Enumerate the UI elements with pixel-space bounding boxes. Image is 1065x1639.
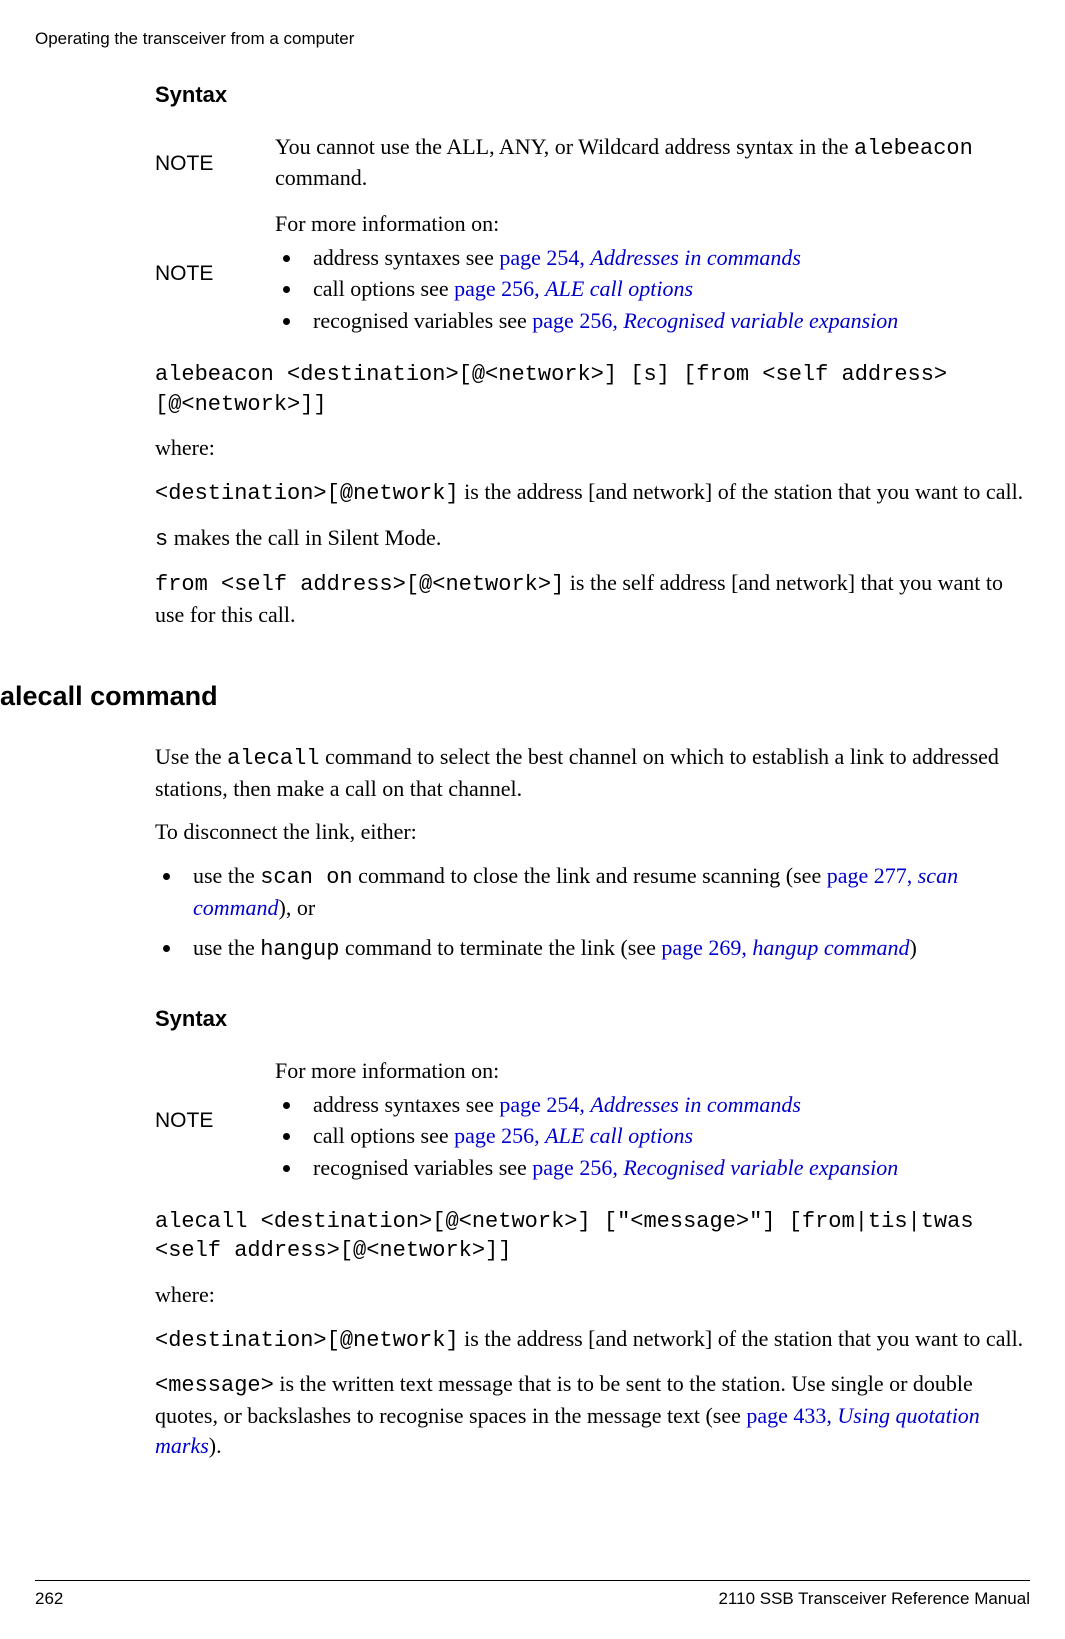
- text: ).: [209, 1433, 222, 1458]
- note-row-1: NOTE You cannot use the ALL, ANY, or Wil…: [155, 132, 1030, 197]
- note-label: NOTE: [155, 1107, 275, 1135]
- text: Use the: [155, 744, 227, 769]
- note-row-3: NOTE For more information on: address sy…: [155, 1056, 1030, 1187]
- text: recognised variables see: [313, 308, 532, 333]
- text: address syntaxes see: [313, 245, 499, 270]
- page-number: 262: [35, 1588, 63, 1611]
- inline-code: <message>: [155, 1373, 274, 1398]
- xref-link[interactable]: page 256,: [532, 308, 623, 333]
- paragraph: Use the alecall command to select the be…: [155, 742, 1030, 803]
- list-item: recognised variables see page 256, Recog…: [303, 1153, 1030, 1183]
- note-list: address syntaxes see page 254, Addresses…: [275, 1090, 1030, 1183]
- note-intro: For more information on:: [275, 1056, 1030, 1086]
- text: use the: [193, 935, 260, 960]
- param-description: <destination>[@network] is the address […: [155, 1324, 1030, 1356]
- inline-code: hangup: [260, 937, 339, 962]
- note-row-2: NOTE For more information on: address sy…: [155, 209, 1030, 340]
- xref-link[interactable]: page 256,: [532, 1155, 623, 1180]
- inline-code: <destination>[@network]: [155, 481, 459, 506]
- list-item: recognised variables see page 256, Recog…: [303, 306, 1030, 336]
- xref-link[interactable]: page 433,: [746, 1403, 837, 1428]
- text: command to terminate the link (see: [339, 935, 661, 960]
- note-text: You cannot use the ALL, ANY, or Wildcard…: [275, 134, 854, 159]
- page: Operating the transceiver from a compute…: [0, 0, 1065, 1639]
- text: address syntaxes see: [313, 1092, 499, 1117]
- section-heading-alecall: alecall command: [0, 678, 1030, 714]
- param-description: <message> is the written text message th…: [155, 1369, 1030, 1460]
- note-body: For more information on: address syntaxe…: [275, 209, 1030, 340]
- note-label: NOTE: [155, 260, 275, 288]
- footer-rule: [35, 1580, 1030, 1581]
- param-description: s makes the call in Silent Mode.: [155, 523, 1030, 555]
- list-item: address syntaxes see page 254, Addresses…: [303, 1090, 1030, 1120]
- text: use the: [193, 863, 260, 888]
- text: is the address [and network] of the stat…: [459, 479, 1024, 504]
- xref-link[interactable]: Recognised variable expansion: [623, 308, 898, 333]
- where-label: where:: [155, 1280, 1030, 1310]
- inline-code: alebeacon: [854, 136, 973, 161]
- where-label: where:: [155, 433, 1030, 463]
- note-body: You cannot use the ALL, ANY, or Wildcard…: [275, 132, 1030, 197]
- list-item: call options see page 256, ALE call opti…: [303, 274, 1030, 304]
- xref-link[interactable]: hangup command: [752, 935, 909, 960]
- xref-link[interactable]: page 256,: [454, 1123, 545, 1148]
- param-description: <destination>[@network] is the address […: [155, 477, 1030, 509]
- xref-link[interactable]: Recognised variable expansion: [623, 1155, 898, 1180]
- running-header: Operating the transceiver from a compute…: [35, 28, 354, 51]
- xref-link[interactable]: page 256,: [454, 276, 545, 301]
- footer-title: 2110 SSB Transceiver Reference Manual: [718, 1588, 1030, 1611]
- note-intro: For more information on:: [275, 209, 1030, 239]
- inline-code: from <self address>[@<network>]: [155, 572, 564, 597]
- param-description: from <self address>[@<network>] is the s…: [155, 568, 1030, 629]
- text: call options see: [313, 276, 454, 301]
- text: command to close the link and resume sca…: [353, 863, 827, 888]
- command-syntax: alecall <destination>[@<network>] ["<mes…: [155, 1207, 1030, 1266]
- paragraph: To disconnect the link, either:: [155, 817, 1030, 847]
- syntax-heading-1: Syntax: [155, 80, 1030, 110]
- command-syntax: alebeacon <destination>[@<network>] [s] …: [155, 360, 1030, 419]
- inline-code: s: [155, 527, 168, 552]
- note-body: For more information on: address syntaxe…: [275, 1056, 1030, 1187]
- text: call options see: [313, 1123, 454, 1148]
- inline-code: alecall: [227, 746, 319, 771]
- bullet-list: use the scan on command to close the lin…: [155, 861, 1030, 964]
- list-item: use the scan on command to close the lin…: [183, 861, 1030, 922]
- text: makes the call in Silent Mode.: [168, 525, 441, 550]
- list-item: address syntaxes see page 254, Addresses…: [303, 243, 1030, 273]
- xref-link[interactable]: page 254,: [499, 1092, 590, 1117]
- text: recognised variables see: [313, 1155, 532, 1180]
- page-body: Syntax NOTE You cannot use the ALL, ANY,…: [155, 80, 1030, 1474]
- text: ): [909, 935, 916, 960]
- list-item: call options see page 256, ALE call opti…: [303, 1121, 1030, 1151]
- syntax-heading-2: Syntax: [155, 1004, 1030, 1034]
- xref-link[interactable]: Addresses in commands: [590, 245, 801, 270]
- xref-link[interactable]: ALE call options: [545, 1123, 693, 1148]
- note-list: address syntaxes see page 254, Addresses…: [275, 243, 1030, 336]
- inline-code: scan on: [260, 865, 352, 890]
- note-text: command.: [275, 165, 367, 190]
- text: ), or: [279, 895, 316, 920]
- xref-link[interactable]: page 269,: [661, 935, 752, 960]
- list-item: use the hangup command to terminate the …: [183, 933, 1030, 965]
- inline-code: <destination>[@network]: [155, 1328, 459, 1353]
- xref-link[interactable]: ALE call options: [545, 276, 693, 301]
- text: is the address [and network] of the stat…: [459, 1326, 1024, 1351]
- xref-link[interactable]: page 277,: [827, 863, 918, 888]
- xref-link[interactable]: page 254,: [499, 245, 590, 270]
- note-label: NOTE: [155, 150, 275, 178]
- xref-link[interactable]: Addresses in commands: [590, 1092, 801, 1117]
